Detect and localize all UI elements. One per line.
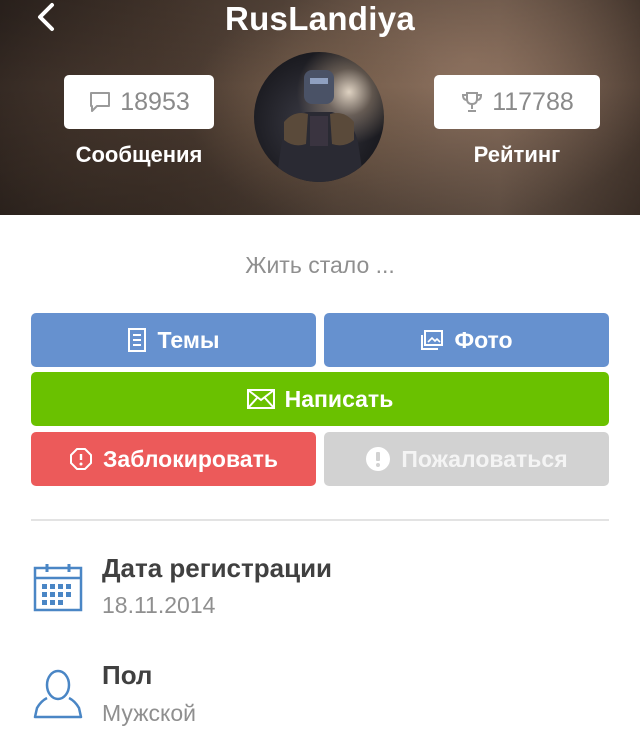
rating-count-box[interactable]: 117788: [434, 75, 600, 129]
photo-button-label: Фото: [454, 326, 513, 353]
user-status: Жить стало ...: [245, 252, 395, 278]
registration-date-value: 18.11.2014: [102, 592, 216, 618]
messages-count-box[interactable]: 18953: [64, 75, 214, 129]
profile-username: RusLandiya: [224, 0, 416, 37]
gender-title: Пол: [102, 660, 153, 690]
write-message-button-label: Написать: [284, 385, 394, 412]
profile-header: RusLandiya 18953 Сообщения 117788 Рейтин…: [0, 0, 640, 215]
messages-count: 18953: [120, 87, 190, 116]
speech-bubble-icon: [90, 92, 111, 112]
report-user-button-label: Пожаловаться: [401, 445, 568, 472]
rating-count: 117788: [492, 87, 574, 116]
divider: [31, 519, 609, 521]
gender-value: Мужской: [102, 700, 197, 726]
trophy-icon: [462, 92, 483, 112]
envelope-icon: [246, 389, 275, 409]
rating-label: Рейтинг: [473, 142, 561, 167]
calendar-icon: [33, 562, 83, 617]
photo-button[interactable]: Фото: [324, 313, 609, 367]
exclamation-icon: [366, 447, 391, 471]
avatar-figure: [276, 70, 364, 182]
registration-date-title: Дата регистрации: [102, 553, 333, 583]
write-message-button[interactable]: Написать: [31, 372, 609, 426]
person-icon: [33, 668, 83, 725]
topics-button-label: Темы: [157, 326, 220, 353]
avatar[interactable]: [254, 52, 384, 182]
block-user-button[interactable]: Заблокировать: [31, 432, 316, 486]
topics-button[interactable]: Темы: [31, 313, 316, 367]
messages-label: Сообщения: [75, 142, 203, 167]
photo-icon: [421, 330, 444, 350]
report-user-button[interactable]: Пожаловаться: [324, 432, 609, 486]
document-icon: [128, 328, 147, 352]
block-icon: [70, 448, 92, 470]
block-user-button-label: Заблокировать: [103, 445, 278, 472]
